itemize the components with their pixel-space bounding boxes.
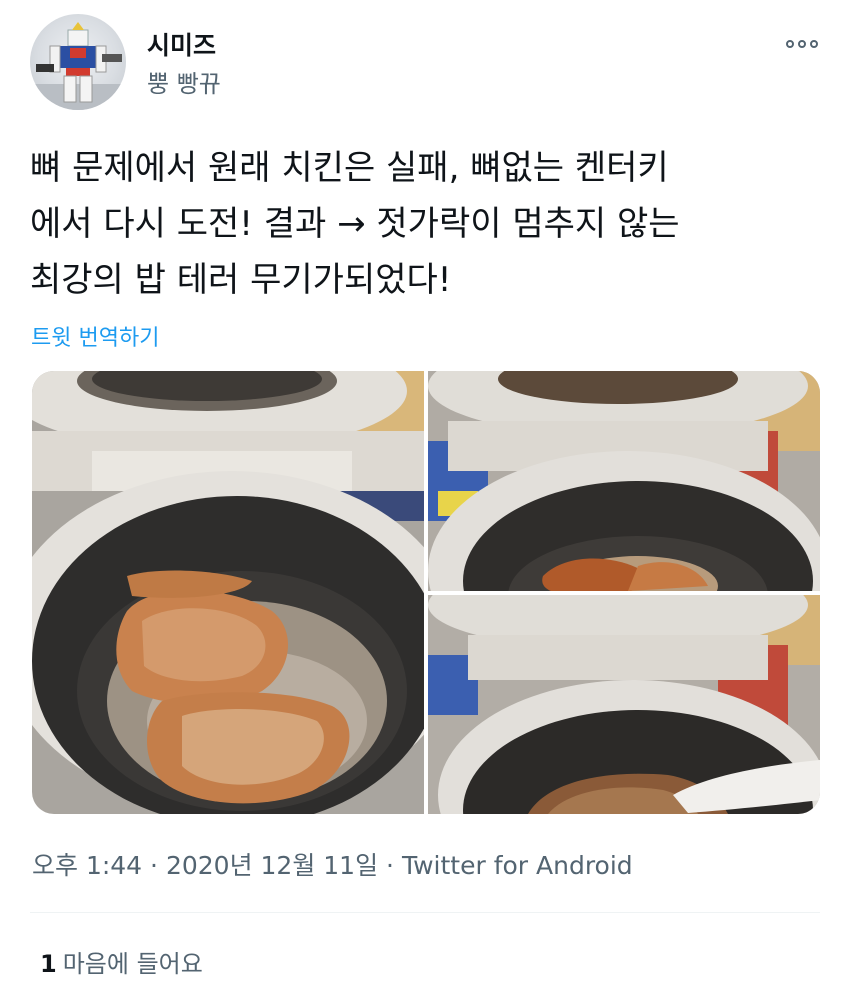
separator-dot: ·	[150, 851, 166, 880]
media-grid	[32, 371, 820, 814]
divider	[30, 912, 820, 913]
tweet-text: 뼈 문제에서 원래 치킨은 실패, 뼈없는 켄터키 에서 다시 도전! 결과 →…	[30, 148, 680, 300]
user-handle[interactable]: 뿡 빵뀨	[147, 64, 221, 99]
likes-label: 마음에 들어요	[62, 950, 203, 978]
more-options-icon[interactable]	[782, 34, 822, 54]
tweet-photo-1[interactable]	[32, 371, 424, 814]
tweet-metadata: 오후 1:44 · 2020년 12월 11일 · Twitter for An…	[32, 846, 633, 882]
display-name[interactable]: 시미즈	[147, 26, 216, 62]
tweet-header: 시미즈 뿡 빵뀨	[30, 14, 830, 114]
separator-dot: ·	[386, 851, 402, 880]
tweet-source[interactable]: Twitter for Android	[402, 851, 633, 880]
likes-count: 1	[40, 950, 57, 978]
tweet-time[interactable]: 오후 1:44	[32, 851, 142, 880]
tweet-date[interactable]: 2020년 12월 11일	[166, 851, 378, 880]
avatar[interactable]	[30, 14, 126, 110]
tweet-photo-2[interactable]	[428, 371, 820, 591]
likes-stat[interactable]: 1 마음에 들어요	[40, 944, 203, 979]
gundam-figure-icon	[30, 22, 126, 110]
translate-tweet-link[interactable]: 트윗 번역하기	[31, 320, 159, 352]
tweet-photo-3[interactable]	[428, 595, 820, 814]
